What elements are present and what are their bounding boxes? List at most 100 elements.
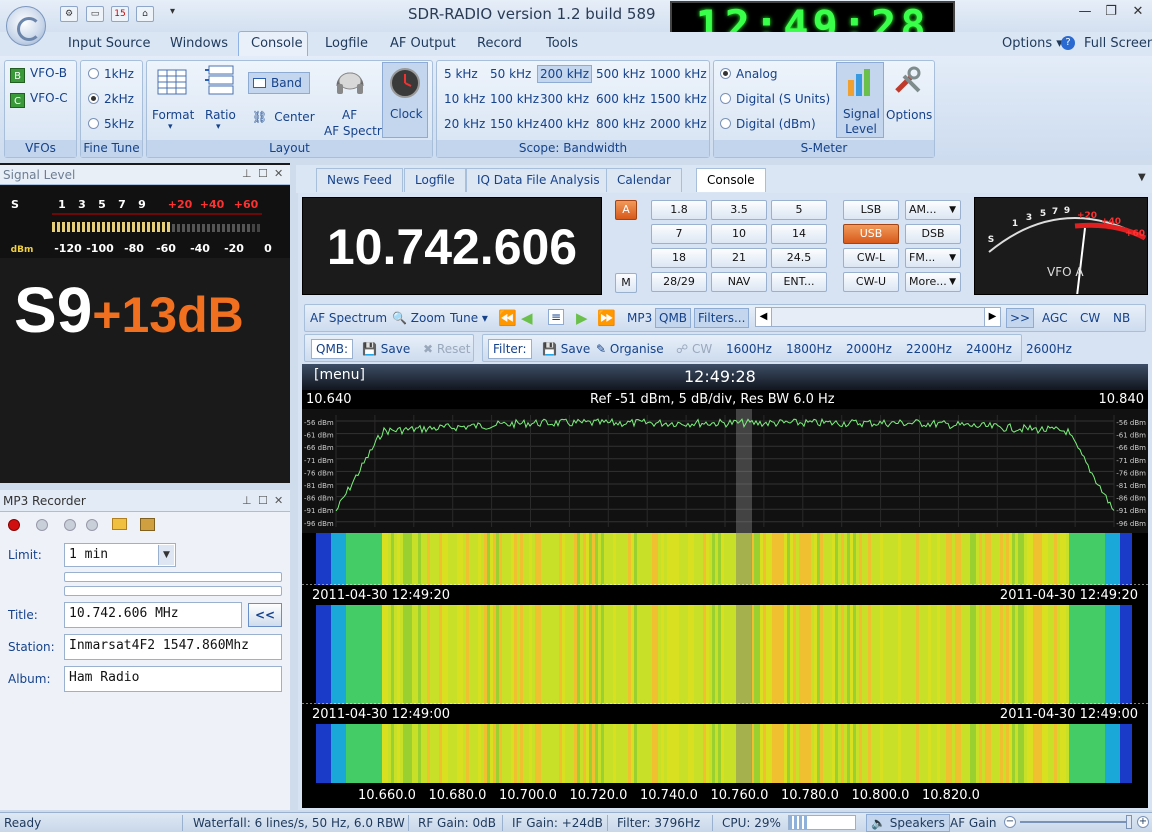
tab-console[interactable]: Console xyxy=(696,168,766,192)
band-button-35[interactable]: 3.5 xyxy=(711,200,767,220)
mode-button-dsb[interactable]: DSB xyxy=(905,224,961,244)
bandwidth-1000khz[interactable]: 1000 kHz xyxy=(650,67,707,81)
vfo-a-button[interactable]: A xyxy=(615,200,637,220)
qmb-reset-button[interactable]: ✖ Reset xyxy=(423,342,470,356)
help-icon[interactable]: ? xyxy=(1061,36,1075,50)
band-button-18[interactable]: 18 xyxy=(651,248,707,268)
smeter-analog[interactable]: Analog xyxy=(720,67,777,81)
filter-width-2000hz[interactable]: 2000Hz xyxy=(846,342,892,356)
app-orb-button[interactable] xyxy=(6,6,46,46)
tab-iq-data-file-analysis[interactable]: IQ Data File Analysis xyxy=(466,168,611,192)
bandwidth-500khz[interactable]: 500 kHz xyxy=(596,67,645,81)
mode-button-usb[interactable]: USB xyxy=(843,224,899,244)
menu-console[interactable]: Console xyxy=(251,36,303,51)
vfo-c-button[interactable]: C VFO-C xyxy=(10,91,68,108)
bandwidth-20khz[interactable]: 20 kHz xyxy=(444,117,485,131)
menu-tools[interactable]: Tools xyxy=(546,36,578,51)
loop-icon[interactable] xyxy=(86,519,98,531)
band-button-ent[interactable]: ENT... xyxy=(771,272,827,292)
band-button-14[interactable]: 14 xyxy=(771,224,827,244)
qmb-tool[interactable]: QMB xyxy=(655,308,692,328)
menu-full-screen[interactable]: Full Screen xyxy=(1084,36,1152,51)
band-button-245[interactable]: 24.5 xyxy=(771,248,827,268)
mp3-tool[interactable]: MP3 xyxy=(627,311,652,325)
format-dropdown-icon[interactable]: ▾ xyxy=(168,122,173,132)
tab-calendar[interactable]: Calendar xyxy=(606,168,682,192)
band-button-10[interactable]: 10 xyxy=(711,224,767,244)
float-icon[interactable]: ☐ xyxy=(258,494,268,507)
settings-icon[interactable]: ⚙ xyxy=(60,6,78,22)
format-button[interactable] xyxy=(156,66,188,101)
properties-icon[interactable] xyxy=(140,518,155,531)
filter-width-2400hz[interactable]: 2400Hz xyxy=(966,342,1012,356)
filter-width-2600hz[interactable]: 2600Hz xyxy=(1026,342,1072,356)
bandwidth-2000khz[interactable]: 2000 kHz xyxy=(650,117,707,131)
filter-width-2200hz[interactable]: 2200Hz xyxy=(906,342,952,356)
speakers-button[interactable]: 🔈 Speakers xyxy=(866,814,950,832)
menu-af-output[interactable]: AF Output xyxy=(390,36,456,51)
band-button-5[interactable]: 5 xyxy=(771,200,827,220)
maximize-button[interactable]: ❐ xyxy=(1100,4,1122,22)
waterfall-display[interactable]: 2011-04-30 12:49:20 2011-04-30 12:49:20 … xyxy=(302,533,1148,783)
pin-icon[interactable]: ⊥ xyxy=(242,167,252,180)
bandwidth-800khz[interactable]: 800 kHz xyxy=(596,117,645,131)
filter-cw-button[interactable]: ☍ CW xyxy=(676,342,712,356)
limit-dropdown-icon[interactable]: ▼ xyxy=(158,545,174,565)
pause-icon[interactable] xyxy=(64,519,76,531)
qmb-save-button[interactable]: 💾 Save xyxy=(362,342,410,356)
bandwidth-600khz[interactable]: 600 kHz xyxy=(596,92,645,106)
menu-options[interactable]: Options ▾ xyxy=(1002,36,1063,51)
home-icon[interactable]: ⌂ xyxy=(136,6,154,22)
fine-tune-1khz[interactable]: 1kHz xyxy=(88,67,134,81)
bandwidth-150khz[interactable]: 150 kHz xyxy=(490,117,539,131)
list-icon[interactable]: ≡ xyxy=(548,309,564,325)
mode-button-more[interactable]: More... ▼ xyxy=(905,272,961,292)
mode-button-am[interactable]: AM... ▼ xyxy=(905,200,961,220)
band-button-7[interactable]: 7 xyxy=(651,224,707,244)
bandwidth-200khz[interactable]: 200 kHz xyxy=(537,65,592,83)
minimize-button[interactable]: — xyxy=(1074,4,1096,22)
bandwidth-5khz[interactable]: 5 kHz xyxy=(444,67,478,81)
menu-record[interactable]: Record xyxy=(477,36,522,51)
station-input[interactable]: Inmarsat4F2 1547.860Mhz xyxy=(64,634,282,660)
menu-logfile[interactable]: Logfile xyxy=(325,36,368,51)
filter-save-button[interactable]: 💾 Save xyxy=(542,342,590,356)
af-gain-plus-icon[interactable]: + xyxy=(1137,816,1149,828)
tune-tool[interactable]: Tune ▾ xyxy=(450,311,488,325)
ratio-button[interactable] xyxy=(203,64,235,99)
signal-level-button[interactable]: Signal Level xyxy=(836,62,884,138)
calendar-icon[interactable]: 15 xyxy=(111,6,129,22)
zoom-tool[interactable]: 🔍 Zoom xyxy=(392,311,445,325)
tab-news-feed[interactable]: News Feed xyxy=(316,168,403,192)
tune-scrollbar[interactable]: ◀ ▶ xyxy=(755,307,1001,327)
nb-tool[interactable]: NB xyxy=(1113,311,1130,325)
band-button-2829[interactable]: 28/29 xyxy=(651,272,707,292)
album-input[interactable]: Ham Radio xyxy=(64,666,282,692)
qat-dropdown-icon[interactable]: ▾ xyxy=(170,6,175,17)
fast-forward-icon[interactable]: ⏩ xyxy=(597,309,616,327)
title-input[interactable]: 10.742.606 MHz xyxy=(64,602,242,628)
center-button[interactable]: ⛓ Center xyxy=(252,110,315,124)
fine-tune-5khz[interactable]: 5kHz xyxy=(88,117,134,131)
step-forward-icon[interactable]: ▶ xyxy=(576,309,588,327)
record-icon[interactable] xyxy=(8,519,20,531)
ratio-dropdown-icon[interactable]: ▾ xyxy=(216,122,221,132)
memory-button[interactable]: M xyxy=(615,273,637,293)
stop-icon[interactable] xyxy=(36,519,48,531)
bandwidth-1500khz[interactable]: 1500 kHz xyxy=(650,92,707,106)
agc-tool[interactable]: AGC xyxy=(1042,311,1068,325)
filter-width-1800hz[interactable]: 1800Hz xyxy=(786,342,832,356)
scroll-right-icon[interactable]: ▶ xyxy=(984,308,1000,326)
af-gain-slider[interactable] xyxy=(1020,821,1132,823)
band-button-18[interactable]: 1.8 xyxy=(651,200,707,220)
mode-button-fm[interactable]: FM... ▼ xyxy=(905,248,961,268)
tabs-dropdown-icon[interactable]: ▼ xyxy=(1138,172,1146,183)
cw-tool[interactable]: CW xyxy=(1080,311,1100,325)
options-button[interactable] xyxy=(892,64,924,99)
band-button[interactable]: Band xyxy=(248,72,310,94)
spectrum-plot[interactable]: -56 dBm -56 dBm -61 dBm -61 dBm -66 dBm -66 d… xyxy=(302,409,1148,533)
bandwidth-100khz[interactable]: 100 kHz xyxy=(490,92,539,106)
bandwidth-300khz[interactable]: 300 kHz xyxy=(540,92,589,106)
bandwidth-50khz[interactable]: 50 kHz xyxy=(490,67,531,81)
filter-width-1600hz[interactable]: 1600Hz xyxy=(726,342,772,356)
